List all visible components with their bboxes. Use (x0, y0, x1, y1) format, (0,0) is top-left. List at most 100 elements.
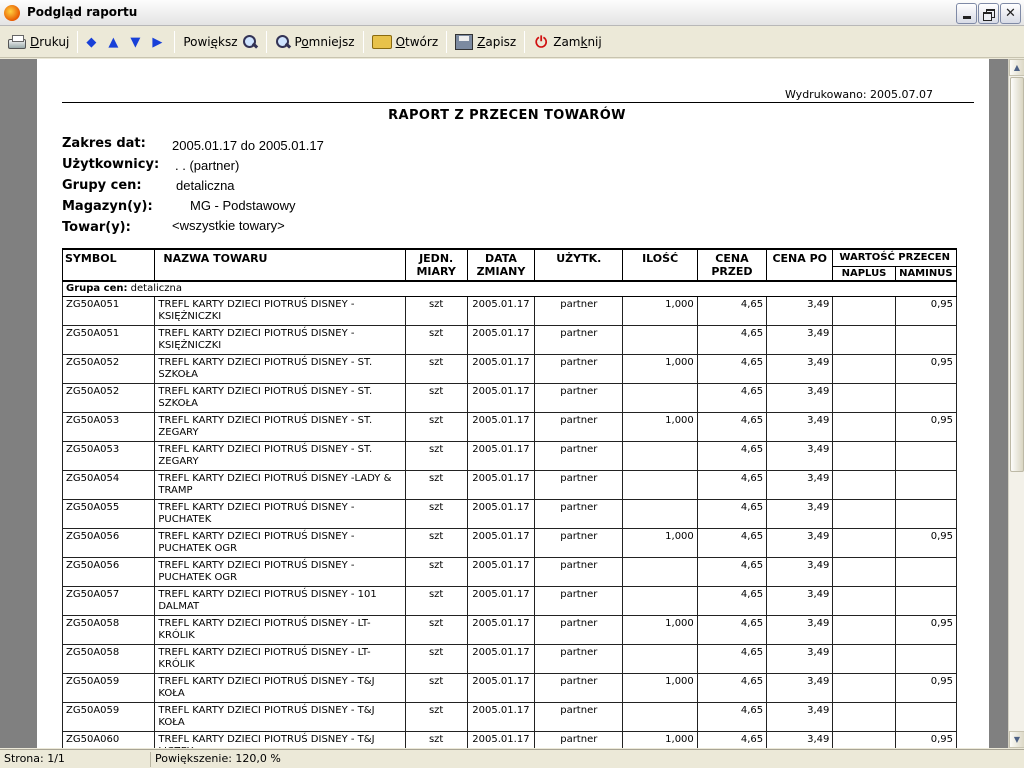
cell-unit: szt (404, 615, 468, 645)
cell-plus (832, 325, 896, 355)
cell-unit: szt (404, 673, 468, 703)
cell-minus: 0,95 (894, 296, 958, 326)
cell-plus (832, 383, 896, 413)
cell-qty (622, 383, 698, 413)
print-button[interactable]: Drukuj (4, 30, 73, 54)
title-bar: Podgląd raportu ✕ (0, 0, 1024, 26)
col-discount-value: WARTOŚĆ PRZECEN (832, 247, 957, 267)
table-row: ZG50A060 TREFL KARTY DZIECI PIOTRUŚ DISNE… (61, 731, 958, 748)
zoom-in-icon (242, 34, 258, 50)
table-row: ZG50A056 TREFL KARTY DZIECI PIOTRUŚ DISNE… (61, 557, 958, 587)
cell-unit: szt (404, 586, 468, 616)
cell-plus (832, 470, 896, 500)
param-value-warehouses: MG - Podstawowy (190, 198, 296, 213)
cell-price-before: 4,65 (696, 615, 768, 645)
cell-name: TREFL KARTY DZIECI PIOTRUŚ DISNEY - PUCH… (154, 557, 406, 587)
cell-minus: 0,95 (894, 731, 958, 748)
report-viewer[interactable]: Wydrukowano: 2005.07.07 RAPORT Z PRZECEN… (0, 59, 1008, 748)
cell-qty (622, 557, 698, 587)
cell-user: partner (534, 296, 624, 326)
cell-qty (622, 499, 698, 529)
scroll-up-button[interactable]: ▲ (1009, 59, 1024, 76)
toolbar-separator (446, 31, 448, 53)
cell-plus (832, 354, 896, 384)
next-page-icon: ▼ (130, 34, 141, 50)
cell-unit: szt (404, 296, 468, 326)
zoom-out-label: Pomniejsz (294, 35, 355, 49)
save-button[interactable]: Zapisz (451, 30, 520, 54)
cell-date: 2005.01.17 (466, 586, 536, 616)
print-label: Drukuj (30, 35, 70, 49)
table-row: ZG50A058 TREFL KARTY DZIECI PIOTRUŚ DISNE… (61, 644, 958, 674)
cell-price-before: 4,65 (696, 412, 768, 442)
cell-minus (894, 325, 958, 355)
cell-date: 2005.01.17 (466, 383, 536, 413)
col-date: DATA ZMIANY (466, 248, 536, 282)
cell-unit: szt (404, 644, 468, 674)
zoom-out-icon (275, 34, 291, 50)
report-table: SYMBOL NAZWA TOWARU JEDN. MIARY DATA ZMI… (61, 247, 958, 748)
previous-page-button[interactable]: ▲ (104, 30, 126, 54)
cell-price-before: 4,65 (696, 383, 768, 413)
last-page-button[interactable]: ▶ (148, 30, 170, 54)
close-button[interactable]: ⏻ Zamknij (529, 30, 606, 54)
param-label-dates: Zakres dat: (62, 136, 146, 151)
cell-date: 2005.01.17 (466, 412, 536, 442)
cell-name: TREFL KARTY DZIECI PIOTRUŚ DISNEY - T&J … (154, 673, 406, 703)
cell-symbol: ZG50A057 (61, 586, 156, 616)
open-label: Otwórz (395, 35, 439, 49)
cell-symbol: ZG50A052 (61, 383, 156, 413)
cell-minus: 0,95 (894, 528, 958, 558)
first-page-button[interactable]: ◆ (82, 30, 104, 54)
cell-user: partner (534, 557, 624, 587)
cell-price-before: 4,65 (696, 731, 768, 748)
table-row: ZG50A051 TREFL KARTY DZIECI PIOTRUŚ DISNE… (61, 325, 958, 355)
cell-price-before: 4,65 (696, 499, 768, 529)
close-window-button[interactable]: ✕ (1000, 3, 1021, 24)
scroll-down-button[interactable]: ▼ (1009, 731, 1024, 748)
cell-name: TREFL KARTY DZIECI PIOTRUŚ DISNEY - PUCH… (154, 528, 406, 558)
cell-plus (832, 441, 896, 471)
cell-price-before: 4,65 (696, 673, 768, 703)
cell-date: 2005.01.17 (466, 644, 536, 674)
cell-symbol: ZG50A054 (61, 470, 156, 500)
cell-name: TREFL KARTY DZIECI PIOTRUŚ DISNEY - ST. … (154, 441, 406, 471)
zoom-out-button[interactable]: Pomniejsz (271, 30, 359, 54)
next-page-button[interactable]: ▼ (126, 30, 148, 54)
vertical-scrollbar[interactable]: ▲ ▼ (1008, 59, 1024, 748)
cell-price-after: 3,49 (766, 470, 834, 500)
col-price-before: CENA PRZED (696, 248, 768, 282)
cell-user: partner (534, 499, 624, 529)
cell-user: partner (534, 731, 624, 748)
cell-price-after: 3,49 (766, 644, 834, 674)
cell-price-before: 4,65 (696, 470, 768, 500)
col-qty: ILOŚĆ (622, 248, 698, 282)
minimize-button[interactable] (956, 3, 977, 24)
first-page-icon: ◆ (86, 34, 97, 50)
power-icon: ⏻ (535, 33, 548, 51)
group-value: detaliczna (130, 283, 182, 294)
cell-date: 2005.01.17 (466, 354, 536, 384)
toolbar-separator (362, 31, 364, 53)
table-row: ZG50A058 TREFL KARTY DZIECI PIOTRUŚ DISNE… (61, 615, 958, 645)
cell-price-after: 3,49 (766, 586, 834, 616)
open-button[interactable]: Otwórz (368, 30, 443, 54)
cell-price-after: 3,49 (766, 731, 834, 748)
cell-user: partner (534, 673, 624, 703)
table-row: ZG50A057 TREFL KARTY DZIECI PIOTRUŚ DISNE… (61, 586, 958, 616)
col-name: NAZWA TOWARU (154, 248, 406, 282)
previous-page-icon: ▲ (108, 34, 119, 50)
cell-minus (894, 557, 958, 587)
cell-date: 2005.01.17 (466, 557, 536, 587)
cell-name: TREFL KARTY DZIECI PIOTRUŚ DISNEY - T&J … (154, 731, 406, 748)
param-label-warehouses: Magazyn(y): (62, 199, 153, 214)
cell-unit: szt (404, 702, 468, 732)
param-label-price-groups: Grupy cen: (62, 178, 142, 193)
cell-date: 2005.01.17 (466, 528, 536, 558)
cell-qty: 1,000 (622, 673, 698, 703)
restore-button[interactable] (978, 3, 999, 24)
cell-name: TREFL KARTY DZIECI PIOTRUŚ DISNEY - ST. … (154, 383, 406, 413)
cell-minus: 0,95 (894, 412, 958, 442)
scroll-thumb[interactable] (1010, 77, 1024, 472)
zoom-in-button[interactable]: Powiększ (179, 30, 261, 54)
